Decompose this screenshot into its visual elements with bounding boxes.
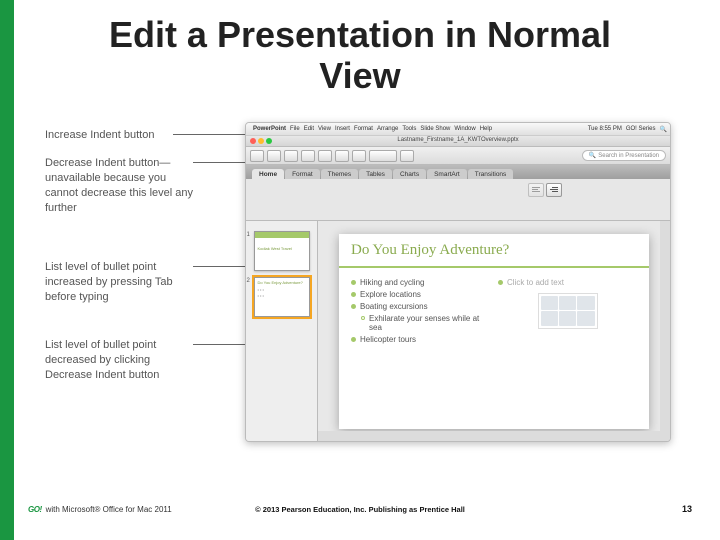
zoom-icon[interactable] (266, 138, 272, 144)
tab-smartart[interactable]: SmartArt (427, 169, 467, 179)
content-left[interactable]: Hiking and cycling Explore locations Boa… (351, 278, 490, 347)
menu-edit[interactable]: Edit (304, 126, 314, 132)
mac-menubar: PowerPoint File Edit View Insert Format … (246, 123, 670, 136)
menu-file[interactable]: File (290, 126, 300, 132)
content-placeholder-icons[interactable] (538, 293, 598, 329)
tab-transitions[interactable]: Transitions (468, 169, 514, 179)
menubar-clock: Tue 8:55 PM (588, 126, 622, 132)
undo-button[interactable] (318, 150, 332, 162)
search-input[interactable]: 🔍 Search in Presentation (582, 150, 666, 161)
slide-thumbnail-1[interactable]: 1 Kodiak West Travel (254, 231, 310, 271)
menu-view[interactable]: View (318, 126, 331, 132)
ribbon-tabs: Home Format Themes Tables Charts SmartAr… (246, 165, 670, 179)
close-icon[interactable] (250, 138, 256, 144)
page-footer: GO! with Microsoft® Office for Mac 2011 … (28, 504, 692, 514)
page-number: 13 (682, 504, 692, 514)
page-title: Edit a Presentation in Normal View (100, 14, 620, 97)
tab-format[interactable]: Format (285, 169, 320, 179)
workspace: 1 Kodiak West Travel 2 Do You Enjoy Adve… (246, 221, 670, 441)
screenshot-figure: Increase Indent button Decrease Indent b… (45, 122, 673, 444)
search-icon: 🔍 (589, 152, 596, 159)
scrollbar-vertical[interactable] (660, 221, 670, 441)
callout-list-increased: List level of bullet point increased by … (45, 260, 195, 305)
slide-title[interactable]: Do You Enjoy Adventure? (351, 242, 637, 259)
document-title: Lastname_Firstname_1A_KWTOverview.pptx (246, 136, 670, 143)
callout-increase-indent: Increase Indent button (45, 128, 175, 143)
callout-list-decreased: List level of bullet point decreased by … (45, 338, 195, 383)
spotlight-icon[interactable]: 🔍 (660, 126, 667, 133)
menu-tools[interactable]: Tools (402, 126, 416, 132)
play-button[interactable] (400, 150, 414, 162)
left-accent-bar (0, 0, 14, 540)
decrease-indent-button (528, 183, 544, 197)
menu-help[interactable]: Help (480, 126, 492, 132)
footer-left: with Microsoft® Office for Mac 2011 (46, 505, 172, 514)
slide-canvas[interactable]: Do You Enjoy Adventure? Hiking and cycli… (318, 221, 670, 441)
save-button[interactable] (284, 150, 298, 162)
standard-toolbar: 🔍 Search in Presentation (246, 147, 670, 165)
scrollbar-horizontal[interactable] (318, 431, 660, 441)
content-right[interactable]: Click to add text (498, 278, 637, 347)
slide-thumbnail-2[interactable]: 2 Do You Enjoy Adventure? • • •• • • (254, 277, 310, 317)
footer-copyright: © 2013 Pearson Education, Inc. Publishin… (255, 505, 465, 514)
menubar-user: GO! Series (626, 126, 656, 132)
tab-tables[interactable]: Tables (359, 169, 392, 179)
powerpoint-window: PowerPoint File Edit View Insert Format … (245, 122, 671, 442)
tab-themes[interactable]: Themes (321, 169, 358, 179)
tab-home[interactable]: Home (252, 169, 284, 179)
menu-format[interactable]: Format (354, 126, 373, 132)
ribbon-body (246, 179, 670, 221)
search-placeholder: Search in Presentation (598, 153, 659, 159)
menu-insert[interactable]: Insert (335, 126, 350, 132)
new-button[interactable] (250, 150, 264, 162)
slides-panel[interactable]: 1 Kodiak West Travel 2 Do You Enjoy Adve… (246, 221, 318, 441)
callout-decrease-indent: Decrease Indent button—unavailable becau… (45, 156, 195, 215)
redo-button[interactable] (335, 150, 349, 162)
app-name: PowerPoint (253, 126, 286, 132)
window-titlebar: Lastname_Firstname_1A_KWTOverview.pptx (246, 136, 670, 147)
zoom-select[interactable] (369, 150, 397, 162)
menu-arrange[interactable]: Arrange (377, 126, 398, 132)
slide: Do You Enjoy Adventure? Hiking and cycli… (339, 234, 649, 429)
tab-charts[interactable]: Charts (393, 169, 426, 179)
format-button[interactable] (352, 150, 366, 162)
increase-indent-button[interactable] (546, 183, 562, 197)
minimize-icon[interactable] (258, 138, 264, 144)
menu-slideshow[interactable]: Slide Show (420, 126, 450, 132)
goi-logo: GO! (28, 505, 42, 514)
menu-window[interactable]: Window (454, 126, 475, 132)
print-button[interactable] (301, 150, 315, 162)
open-button[interactable] (267, 150, 281, 162)
